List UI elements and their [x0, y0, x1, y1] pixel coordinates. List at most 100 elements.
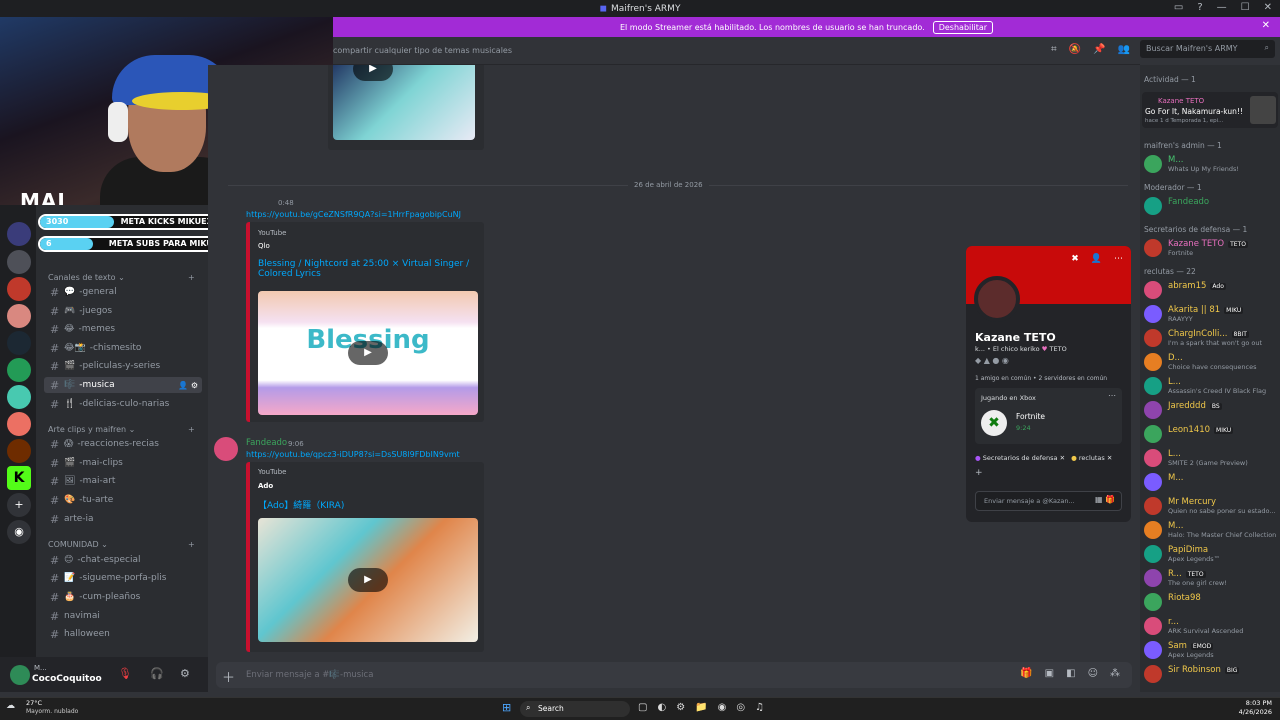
add-friend-icon[interactable]: 👤: [1091, 254, 1102, 264]
avatar[interactable]: [1144, 305, 1162, 323]
video-thumbnail[interactable]: ▶: [258, 518, 478, 642]
kick-server-icon[interactable]: K: [7, 466, 31, 490]
server-icon[interactable]: [7, 439, 31, 463]
member-row[interactable]: R... TETO The one girl crew!: [1144, 567, 1278, 589]
weather-temp[interactable]: 27°C: [26, 699, 42, 707]
play-icon[interactable]: ▶: [348, 341, 388, 365]
channel-memes[interactable]: # 😂 -memes: [44, 321, 202, 337]
channel-tu-arte[interactable]: # 🎨 -tu-arte: [44, 492, 202, 508]
maximize-button[interactable]: ☐: [1241, 2, 1250, 13]
avatar[interactable]: [974, 276, 1020, 322]
avatar[interactable]: [1144, 545, 1162, 563]
avatar[interactable]: [1144, 401, 1162, 419]
add-server-icon[interactable]: +: [7, 493, 31, 517]
server-icon[interactable]: [7, 358, 31, 382]
clock-time[interactable]: 8:03 PM: [1246, 699, 1272, 707]
member-row[interactable]: L... SMITE 2 (Game Preview): [1144, 447, 1278, 469]
chrome-icon[interactable]: ◎: [736, 702, 745, 713]
pin-icon[interactable]: 📌: [1093, 44, 1105, 55]
headphones-icon[interactable]: 🎧: [150, 667, 164, 680]
server-icon[interactable]: [7, 304, 31, 328]
video-thumbnail[interactable]: ▶: [333, 65, 475, 140]
member-row[interactable]: Sam EMOD Apex Legends: [1144, 639, 1278, 661]
server-icon[interactable]: [7, 250, 31, 274]
settings-icon[interactable]: ⚙: [180, 667, 190, 680]
avatar[interactable]: [1144, 281, 1162, 299]
avatar[interactable]: [10, 665, 30, 685]
member-row[interactable]: Sir Robinson BIG: [1144, 663, 1278, 685]
avatar[interactable]: [1144, 665, 1162, 683]
member-row[interactable]: Riota98: [1144, 591, 1278, 613]
member-row[interactable]: ChargInColli... 8BIT I'm a spark that won'…: [1144, 327, 1278, 349]
help-icon[interactable]: ?: [1197, 2, 1202, 13]
members-icon[interactable]: 👥: [1118, 44, 1130, 55]
channel-reacciones[interactable]: # 😱 -reacciones-recias: [44, 436, 202, 452]
task-view-icon[interactable]: ▢: [638, 702, 647, 713]
message-link[interactable]: https://youtu.be/gCeZNSfR9QA?si=1HrrFpag…: [246, 210, 461, 219]
threads-icon[interactable]: ⌗: [1051, 44, 1057, 55]
avatar[interactable]: [214, 437, 238, 461]
avatar[interactable]: [1144, 617, 1162, 635]
member-row[interactable]: M... Halo: The Master Chief Collection: [1144, 519, 1278, 541]
member-row[interactable]: r... ARK Survival Ascended: [1144, 615, 1278, 637]
avatar[interactable]: [1144, 353, 1162, 371]
avatar[interactable]: [1144, 197, 1162, 215]
avatar[interactable]: [1144, 521, 1162, 539]
member-row[interactable]: D... Choice have consequences: [1144, 351, 1278, 373]
category-text-channels[interactable]: Canales de texto ⌄ +: [48, 273, 195, 282]
channel-delicias[interactable]: # 🍴 -delicias-culo-narias: [44, 396, 202, 412]
emoji-icon[interactable]: ☺: [1088, 668, 1098, 679]
channel-cumpleanos[interactable]: # 🎂 -cum-pleaños: [44, 589, 202, 605]
member-row[interactable]: PapiDima Apex Legends™: [1144, 543, 1278, 565]
add-attachment-icon[interactable]: ＋: [222, 667, 235, 686]
invite-gear-icons[interactable]: 👤 ⚙: [178, 381, 198, 390]
avatar[interactable]: [1144, 569, 1162, 587]
message-composer[interactable]: ＋ Enviar mensaje a #🎼-musica 🎁 ▣ ◧ ☺ ⁂: [216, 662, 1132, 688]
member-row[interactable]: Fandeado: [1144, 195, 1278, 217]
server-icon[interactable]: [7, 277, 31, 301]
more-icon[interactable]: ⋯: [1114, 254, 1123, 264]
avatar[interactable]: [1144, 377, 1162, 395]
discord-icon[interactable]: ◉: [718, 702, 727, 713]
server-icon[interactable]: [7, 331, 31, 355]
embed-channel[interactable]: Qlo: [258, 242, 270, 250]
close-banner-icon[interactable]: ✕: [1262, 20, 1270, 31]
profile-mutual[interactable]: 1 amigo en común • 2 servidores en común: [975, 375, 1107, 382]
avatar[interactable]: [1144, 329, 1162, 347]
channel-chat-especial[interactable]: # 😊 -chat-especial: [44, 552, 202, 568]
avatar[interactable]: [1144, 473, 1162, 491]
add-channel-icon[interactable]: +: [188, 540, 195, 549]
channel-sigueme[interactable]: # 📝 -sigueme-porfa-plis: [44, 570, 202, 586]
member-row[interactable]: Akarita || 81 MIKU RAAYYY: [1144, 303, 1278, 325]
embed-title[interactable]: Blessing / Nightcord at 25:00 × Virtual …: [258, 259, 483, 279]
music-icon[interactable]: ♫: [755, 702, 764, 713]
settings-icon[interactable]: ⚙: [676, 702, 685, 713]
xbox-icon[interactable]: ✖: [1071, 254, 1079, 264]
server-icon[interactable]: [7, 412, 31, 436]
category-arte[interactable]: Arte clips y maifren ⌄ +: [48, 425, 195, 434]
avatar[interactable]: [1144, 425, 1162, 443]
message-link[interactable]: https://youtu.be/qpcz3-iDUP8?si=DsSU8l9F…: [246, 450, 460, 459]
minimize-button[interactable]: —: [1217, 2, 1227, 13]
category-comunidad[interactable]: COMUNIDAD ⌄ +: [48, 540, 195, 549]
channel-mai-art[interactable]: # 🖼 -mai-art: [44, 473, 202, 489]
channel-topic[interactable]: compartir cualquier tipo de temas musica…: [333, 46, 512, 55]
play-icon[interactable]: ▶: [348, 568, 388, 592]
add-channel-icon[interactable]: +: [188, 425, 195, 434]
embed-title[interactable]: 【Ado】綺羅（KIRA): [258, 498, 344, 511]
server-icon[interactable]: [7, 385, 31, 409]
avatar[interactable]: [1144, 641, 1162, 659]
taskbar-search[interactable]: ⌕ Search: [520, 701, 630, 717]
video-thumbnail[interactable]: Blessing ▶: [258, 291, 478, 415]
channel-arte-ia[interactable]: # arte-ia: [44, 511, 202, 527]
add-channel-icon[interactable]: +: [188, 273, 195, 282]
edge-icon[interactable]: ◐: [657, 702, 666, 713]
gift-icon[interactable]: 🎁: [1020, 668, 1032, 679]
channel-musica[interactable]: # 🎼 -musica 👤 ⚙: [44, 377, 202, 393]
folder-icon[interactable]: 📁: [695, 702, 707, 713]
disable-streamer-button[interactable]: Deshabilitar: [932, 20, 994, 34]
more-icon[interactable]: ⋯: [1108, 391, 1116, 400]
search-input[interactable]: Buscar Maifren's ARMY ⌕: [1140, 40, 1275, 58]
channel-halloween[interactable]: # halloween: [44, 626, 202, 642]
channel-juegos[interactable]: # 🎮 -juegos: [44, 303, 202, 319]
